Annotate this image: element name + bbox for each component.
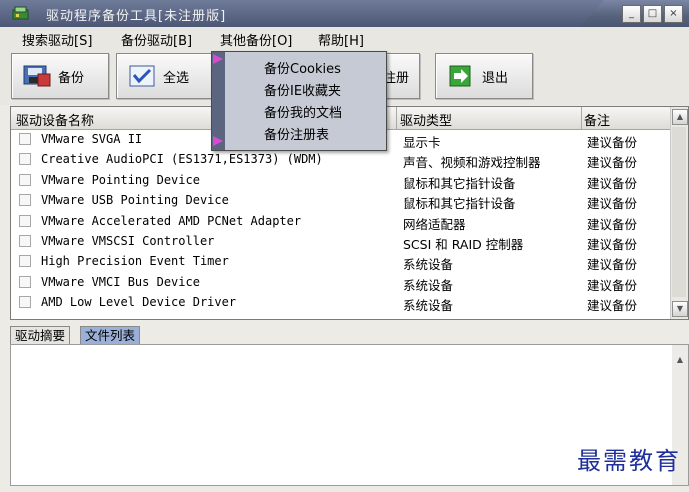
device-name: AMD Low Level Device Driver <box>41 295 237 310</box>
menu-other-backup[interactable]: 其他备份[O] <box>220 30 292 49</box>
driver-type: 系统设备 <box>403 298 454 314</box>
exit-label: 退出 <box>482 70 509 86</box>
table-row[interactable]: VMware VMSCSI Controller SCSI 和 RAID 控制器… <box>11 232 671 252</box>
remark: 建议备份 <box>587 236 638 252</box>
driver-type: 声音、视频和游戏控制器 <box>403 155 541 171</box>
row-checkbox[interactable] <box>19 133 31 145</box>
table-row[interactable]: VMware VMCI Bus Device 系统设备 建议备份 <box>11 273 671 293</box>
driver-type: 系统设备 <box>403 277 454 293</box>
list-rows: VMware SVGA II 显示卡 建议备份 Creative AudioPC… <box>11 130 671 314</box>
remark: 建议备份 <box>587 298 638 314</box>
checkmark-icon <box>127 62 157 90</box>
title-bar[interactable]: 驱动程序备份工具[未注册版] _ □ × <box>0 0 689 27</box>
exit-button[interactable]: 退出 <box>435 53 533 99</box>
device-name: VMware Pointing Device <box>41 172 200 187</box>
other-backup-dropdown: 备份Cookies 备份IE收藏夹 备份我的文档 备份注册表 <box>211 51 387 151</box>
remark: 建议备份 <box>587 196 638 212</box>
device-name: VMware USB Pointing Device <box>41 193 229 208</box>
driver-type: 鼠标和其它指针设备 <box>403 175 516 191</box>
column-driver-type[interactable]: 驱动类型 <box>400 110 452 129</box>
watermark: 最需教育 <box>577 447 681 475</box>
scroll-up-icon[interactable]: ▲ <box>672 109 688 125</box>
remark: 建议备份 <box>587 175 638 191</box>
minimize-button[interactable]: _ <box>622 5 641 23</box>
row-checkbox[interactable] <box>19 275 31 288</box>
column-device-name[interactable]: 驱动设备名称 <box>16 110 94 129</box>
table-row[interactable]: Creative AudioPCI (ES1371,ES1373) (WDM) … <box>11 150 671 170</box>
row-checkbox[interactable] <box>19 296 31 309</box>
table-row[interactable]: VMware Accelerated AMD PCNet Adapter 网络适… <box>11 212 671 232</box>
table-row[interactable]: VMware USB Pointing Device 鼠标和其它指针设备 建议备… <box>11 191 671 211</box>
window-controls: _ □ × <box>622 5 683 23</box>
driver-type: 显示卡 <box>403 135 441 150</box>
device-name: VMware SVGA II <box>41 132 143 146</box>
remark: 建议备份 <box>587 257 638 273</box>
exit-icon <box>446 62 476 90</box>
app-icon <box>12 6 29 20</box>
list-scrollbar[interactable]: ▲ ▼ <box>670 107 688 319</box>
submenu-marker-icon <box>213 54 223 64</box>
column-divider[interactable] <box>396 107 397 129</box>
menu-search-drivers[interactable]: 搜索驱动[S] <box>22 30 92 49</box>
menu-item-backup-ie-favorites[interactable]: 备份IE收藏夹 <box>264 80 341 99</box>
scroll-thumb[interactable] <box>672 127 686 297</box>
backup-icon <box>22 62 52 90</box>
app-window: 驱动程序备份工具[未注册版] _ □ × 搜索驱动[S] 备份驱动[B] 其他备… <box>0 0 689 492</box>
row-checkbox[interactable] <box>19 214 31 227</box>
device-name: Creative AudioPCI (ES1371,ES1373) (WDM) <box>41 152 323 167</box>
scroll-down-icon[interactable]: ▼ <box>672 301 688 317</box>
tab-driver-summary[interactable]: 驱动摘要 <box>10 326 71 344</box>
remark: 建议备份 <box>587 277 638 293</box>
remark: 建议备份 <box>587 216 638 232</box>
row-checkbox[interactable] <box>19 153 31 166</box>
driver-type: 网络适配器 <box>403 216 466 232</box>
menu-backup-drivers[interactable]: 备份驱动[B] <box>121 30 192 49</box>
driver-type: SCSI 和 RAID 控制器 <box>403 236 524 252</box>
submenu-marker-icon <box>213 136 223 146</box>
row-checkbox[interactable] <box>19 255 31 268</box>
close-button[interactable]: × <box>664 5 683 23</box>
scroll-up-icon[interactable]: ▲ <box>673 353 687 367</box>
device-name: High Precision Event Timer <box>41 254 229 269</box>
remark: 建议备份 <box>587 155 638 171</box>
driver-type: 鼠标和其它指针设备 <box>403 196 516 212</box>
table-row[interactable]: High Precision Event Timer 系统设备 建议备份 <box>11 252 671 272</box>
window-title: 驱动程序备份工具[未注册版] <box>46 9 227 24</box>
row-checkbox[interactable] <box>19 173 31 186</box>
device-name: VMware VMSCSI Controller <box>41 233 215 248</box>
backup-button[interactable]: 备份 <box>11 53 109 99</box>
menu-bar: 搜索驱动[S] 备份驱动[B] 其他备份[O] 帮助[H] <box>0 27 689 50</box>
row-checkbox[interactable] <box>19 194 31 207</box>
device-name: VMware VMCI Bus Device <box>41 274 200 289</box>
menu-item-backup-my-documents[interactable]: 备份我的文档 <box>264 102 342 121</box>
device-name: VMware Accelerated AMD PCNet Adapter <box>41 213 302 228</box>
row-checkbox[interactable] <box>19 234 31 247</box>
table-row[interactable]: VMware Pointing Device 鼠标和其它指针设备 建议备份 <box>11 171 671 191</box>
tab-file-list[interactable]: 文件列表 <box>80 326 141 344</box>
remark: 建议备份 <box>587 135 638 150</box>
column-remark[interactable]: 备注 <box>584 110 610 129</box>
menu-item-backup-cookies[interactable]: 备份Cookies <box>264 58 341 77</box>
menu-help[interactable]: 帮助[H] <box>318 30 364 49</box>
select-all-label: 全选 <box>163 70 190 86</box>
maximize-button[interactable]: □ <box>643 5 662 23</box>
backup-label: 备份 <box>58 70 85 86</box>
column-divider[interactable] <box>581 107 582 129</box>
select-all-button[interactable]: 全选 <box>116 53 214 99</box>
table-row[interactable]: AMD Low Level Device Driver 系统设备 建议备份 <box>11 293 671 313</box>
driver-type: 系统设备 <box>403 257 454 273</box>
menu-item-backup-registry[interactable]: 备份注册表 <box>264 124 329 143</box>
